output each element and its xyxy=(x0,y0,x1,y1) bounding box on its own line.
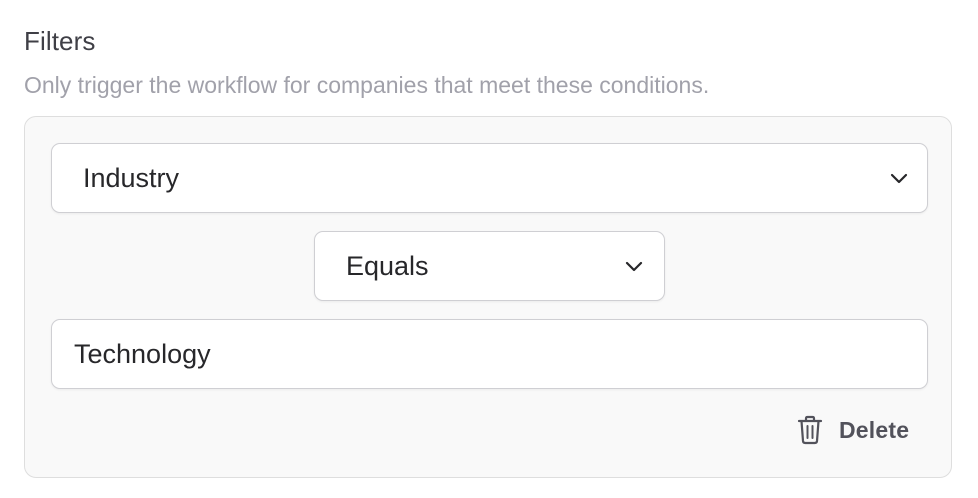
value-input[interactable] xyxy=(51,319,928,389)
chevron-down-icon xyxy=(624,256,644,276)
filter-condition-card: Industry Equals Technology Delete xyxy=(24,116,952,478)
field-select-value: Industry xyxy=(83,162,180,193)
field-select[interactable]: Industry xyxy=(51,143,928,213)
operator-select[interactable]: Equals xyxy=(314,231,665,301)
section-description: Only trigger the workflow for companies … xyxy=(24,72,710,98)
delete-button[interactable]: Delete xyxy=(793,413,913,447)
chevron-down-icon xyxy=(889,168,909,188)
operator-select-value: Equals xyxy=(346,250,429,281)
delete-label: Delete xyxy=(839,416,910,443)
trash-icon xyxy=(797,415,823,445)
section-title: Filters xyxy=(24,26,96,56)
